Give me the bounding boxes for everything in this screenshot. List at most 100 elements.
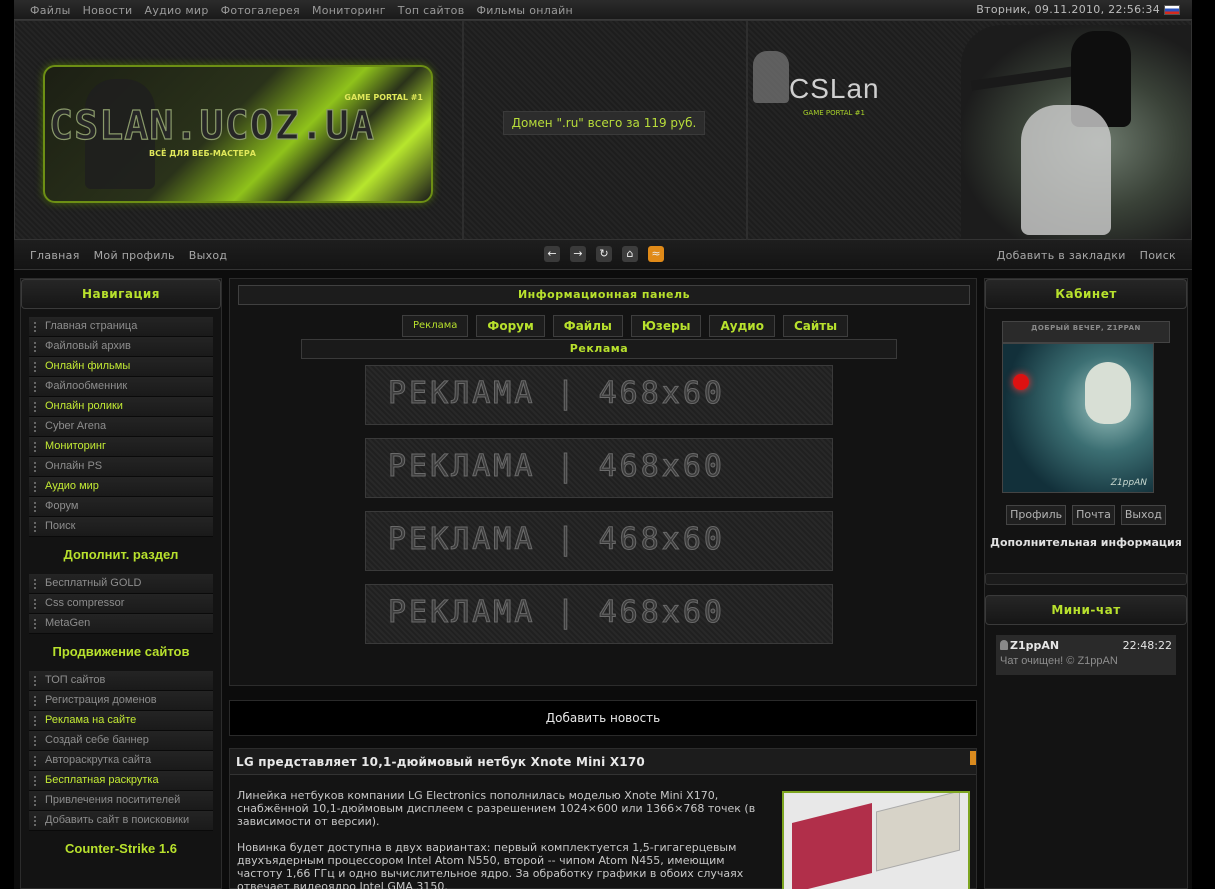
sidebar-promo-item[interactable]: Добавить сайт в поисковики <box>29 811 213 831</box>
netbook-white-shape <box>876 793 960 872</box>
tab-files[interactable]: Файлы <box>552 315 623 337</box>
mail-button[interactable]: Почта <box>1072 505 1115 525</box>
brand-name: CSLan <box>789 73 880 104</box>
sidebar-promo-item[interactable]: Автораскрутка сайта <box>29 751 213 771</box>
sidebar-extra-item[interactable]: Css compressor <box>29 594 213 614</box>
avatar-signature: Z1ppAN <box>1110 478 1147 488</box>
netbook-image[interactable] <box>782 791 970 889</box>
arrow-left-icon[interactable]: ← <box>544 246 560 262</box>
red-eye-shape <box>1013 374 1029 390</box>
netbook-red-shape <box>792 803 872 889</box>
chat-user[interactable]: Z1ppAN <box>1010 639 1059 652</box>
ad-banner[interactable]: РЕКЛАМА | 468x60 <box>365 511 833 571</box>
user-bar: Главная Мой профиль Выход ← → ↻ ⌂ ≈ Доба… <box>14 240 1192 270</box>
link-my-profile[interactable]: Мой профиль <box>94 249 175 262</box>
chat-text: Чат очищен! © Z1ppAN <box>1000 655 1118 667</box>
banner-text: РЕКЛАМА | 468x60 <box>388 376 725 412</box>
top-menu-news[interactable]: Новости <box>83 4 133 17</box>
ad-banner[interactable]: РЕКЛАМА | 468x60 <box>365 365 833 425</box>
chat-user-wrap[interactable]: Z1ppAN <box>1000 639 1059 652</box>
date-time: Вторник, 09.11.2010, 22:56:34 <box>976 3 1160 16</box>
sidebar-extra-item[interactable]: Бесплатный GOLD <box>29 574 213 594</box>
sidebar-promo-item[interactable]: Реклама на сайте <box>29 711 213 731</box>
header-divider <box>746 21 748 241</box>
ad-banner[interactable]: РЕКЛАМА | 468x60 <box>365 438 833 498</box>
main-nav-list: Главная страница Файловый архив Онлайн фил… <box>29 317 213 537</box>
additional-info-link[interactable]: Дополнительная информация <box>985 536 1187 549</box>
user-links: Главная Мой профиль Выход <box>30 249 227 262</box>
sidebar-nav-item[interactable]: Главная страница <box>29 317 213 337</box>
ad-banner[interactable]: РЕКЛАМА | 468x60 <box>365 584 833 644</box>
sidebar-promo-item[interactable]: Бесплатная раскрутка <box>29 771 213 791</box>
info-tabs: Реклама Форум Файлы Юзеры Аудио Сайты <box>402 315 849 337</box>
rss-icon[interactable]: ≈ <box>648 246 664 262</box>
sidebar-nav-item[interactable]: Онлайн PS <box>29 457 213 477</box>
chat-time: 22:48:22 <box>1122 639 1172 652</box>
sidebar-promo-item[interactable]: Создай себе баннер <box>29 731 213 751</box>
top-menu-files[interactable]: Файлы <box>30 4 71 17</box>
sidebar-promo-item[interactable]: Привлечения поситителей <box>29 791 213 811</box>
chat-message-header: Z1ppAN 22:48:22 <box>1000 639 1172 652</box>
link-search[interactable]: Поиск <box>1140 249 1176 262</box>
face-shape <box>1085 362 1131 424</box>
sidebar-nav-item[interactable]: Мониторинг <box>29 437 213 457</box>
sidebar-extra-item[interactable]: MetaGen <box>29 614 213 634</box>
russian-flag-icon[interactable] <box>1164 5 1180 15</box>
left-sidebar: Навигация Главная страница Файловый архив… <box>20 278 222 889</box>
top-menu: Файлы Новости Аудио мир Фотогалерея Мони… <box>30 4 573 17</box>
top-menu-films[interactable]: Фильмы онлайн <box>477 4 574 17</box>
sidebar-nav-item[interactable]: Cyber Arena <box>29 417 213 437</box>
banner-text: РЕКЛАМА | 468x60 <box>388 449 725 485</box>
soldier-figure <box>1021 105 1111 235</box>
sidebar-nav-item[interactable]: Файловый архив <box>29 337 213 357</box>
logout-button[interactable]: Выход <box>1120 505 1166 525</box>
news-body: Линейка нетбуков компании LG Electronics… <box>237 789 767 889</box>
tab-sites[interactable]: Сайты <box>782 315 849 337</box>
info-panel: Информационная панель Реклама Форум Файл… <box>229 278 977 686</box>
sidebar-nav-item[interactable]: Файлообменник <box>29 377 213 397</box>
profile-button[interactable]: Профиль <box>1006 505 1067 525</box>
sidebar-nav-item[interactable]: Аудио мир <box>29 477 213 497</box>
top-menu-monitoring[interactable]: Мониторинг <box>312 4 386 17</box>
block-divider <box>985 573 1187 585</box>
domain-ad-link[interactable]: Домен ".ru" всего за 119 руб. <box>503 111 705 135</box>
tab-forum[interactable]: Форум <box>476 315 545 337</box>
bookmark-tab-icon[interactable] <box>970 751 976 765</box>
avatar[interactable]: Z1ppAN <box>1002 343 1154 493</box>
minichat-message: Z1ppAN 22:48:22 Чат очищен! © Z1ppAN <box>996 635 1176 675</box>
tab-users[interactable]: Юзеры <box>630 315 702 337</box>
tab-audio[interactable]: Аудио <box>709 315 775 337</box>
logo-subtitle: ВСЁ ДЛЯ ВЕБ-МАСТЕРА <box>149 149 256 158</box>
extra-nav-list: Бесплатный GOLD Css compressor MetaGen <box>29 574 213 634</box>
left-edge <box>0 0 14 889</box>
sidebar-nav-item[interactable]: Форум <box>29 497 213 517</box>
greeting-text: ДОБРЫЙ ВЕЧЕР, Z1PPAN <box>1002 321 1170 343</box>
news-title[interactable]: LG представляет 10,1-дюймовый нетбук Xno… <box>230 749 976 775</box>
logo-title: CSLAN.UCOZ.UA <box>48 102 376 149</box>
link-add-bookmark[interactable]: Добавить в закладки <box>997 249 1126 262</box>
sidebar-nav-item[interactable]: Онлайн фильмы <box>29 357 213 377</box>
utility-links: Добавить в закладки Поиск <box>997 249 1176 262</box>
tab-ads[interactable]: Реклама <box>402 315 469 337</box>
site-header: CSLAN.UCOZ.UA GAME PORTAL #1 ВСЁ ДЛЯ ВЕБ… <box>14 20 1192 241</box>
soldiers-artwork <box>961 25 1191 239</box>
top-menu-top-sites[interactable]: Топ сайтов <box>398 4 465 17</box>
link-home[interactable]: Главная <box>30 249 80 262</box>
banner-text: РЕКЛАМА | 468x60 <box>388 595 725 631</box>
banner-text: РЕКЛАМА | 468x60 <box>388 522 725 558</box>
home-icon[interactable]: ⌂ <box>622 246 638 262</box>
top-menu-audio[interactable]: Аудио мир <box>145 4 209 17</box>
link-logout[interactable]: Выход <box>189 249 228 262</box>
sidebar-promo-item[interactable]: ТОП сайтов <box>29 671 213 691</box>
top-menu-photo[interactable]: Фотогалерея <box>221 4 300 17</box>
refresh-icon[interactable]: ↻ <box>596 246 612 262</box>
sidebar-nav-item[interactable]: Онлайн ролики <box>29 397 213 417</box>
minichat-title: Мини-чат <box>985 595 1187 625</box>
promo-nav-list: ТОП сайтов Регистрация доменов Реклама на … <box>29 671 213 831</box>
site-logo[interactable]: CSLAN.UCOZ.UA GAME PORTAL #1 ВСЁ ДЛЯ ВЕБ… <box>43 65 433 203</box>
arrow-right-icon[interactable]: → <box>570 246 586 262</box>
promo-section-title: Продвижение сайтов <box>52 644 190 659</box>
sidebar-nav-item[interactable]: Поиск <box>29 517 213 537</box>
sidebar-promo-item[interactable]: Регистрация доменов <box>29 691 213 711</box>
add-news-button[interactable]: Добавить новость <box>229 700 977 736</box>
